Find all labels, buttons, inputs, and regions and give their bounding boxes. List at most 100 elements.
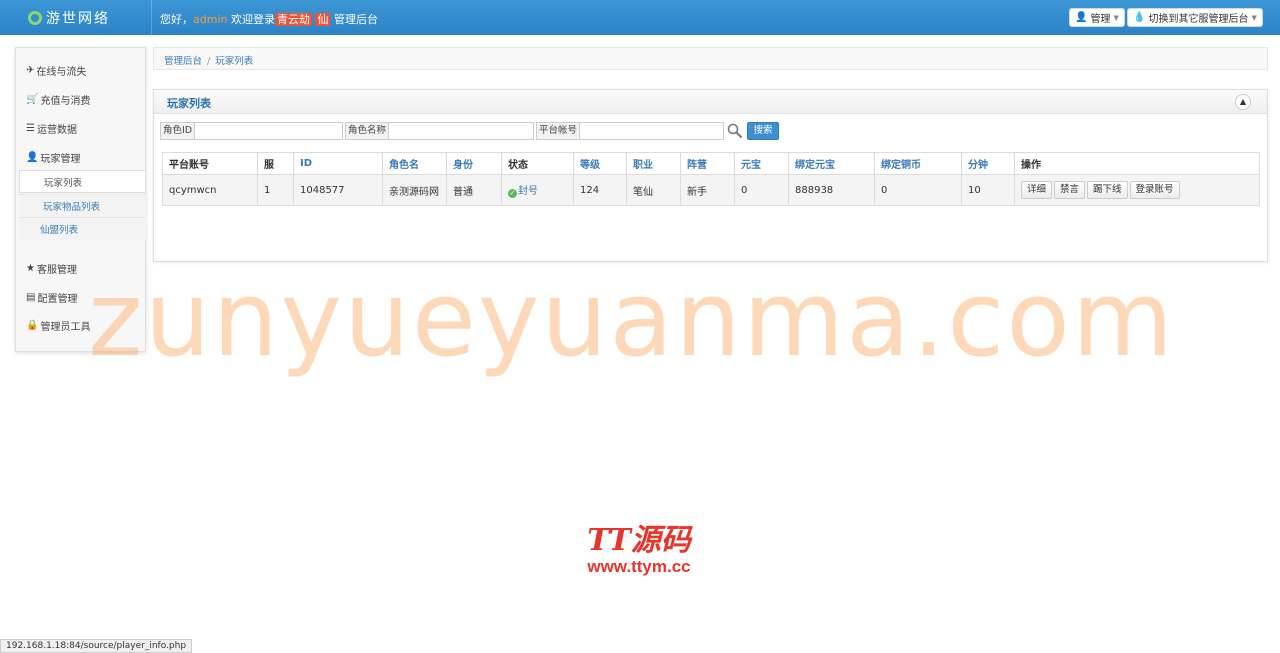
admin-label: 管理后台 xyxy=(333,13,378,26)
table-row: qcymwcn 1 1048577 亲测源码网 普通 ✓ 封号 124 笔仙 新手… xyxy=(162,174,1260,206)
book-icon: ▤ xyxy=(26,292,36,303)
column-header: 平台账号 xyxy=(162,152,258,175)
status-bar-url: 192.168.1.18:84/source/player_info.php xyxy=(0,639,193,653)
switch-server-button[interactable]: 💧 切换到其它服管理后台 ▼ xyxy=(1127,8,1263,27)
sidebar-item-operations[interactable]: ☰ 运营数据 xyxy=(26,121,77,136)
breadcrumb-current[interactable]: 玩家列表 xyxy=(215,56,253,67)
role-name-label: 角色名称 xyxy=(346,123,390,139)
watermark-logo: TT源码 www.ttym.cc xyxy=(564,515,714,577)
username: admin xyxy=(193,13,228,26)
panel-title: 玩家列表 xyxy=(167,97,211,110)
sidebar-item-config[interactable]: ▤ 配置管理 xyxy=(26,290,77,305)
droplet-icon: 💧 xyxy=(1133,12,1146,23)
mute-button[interactable]: 禁言 xyxy=(1054,181,1086,199)
switch-server-label: 切换到其它服管理后台 xyxy=(1148,14,1249,25)
sidebar-sub-guild-list[interactable]: 仙盟列表 xyxy=(19,217,146,240)
sidebar-sub-label: 玩家列表 xyxy=(44,177,83,189)
sidebar-item-admin-tools[interactable]: 🔒 管理员工具 xyxy=(26,318,90,333)
platform-account-label: 平台帐号 xyxy=(537,123,581,139)
platform-account-filter: 平台帐号 xyxy=(536,122,724,140)
caret-down-icon: ▼ xyxy=(1251,13,1257,22)
sidebar-item-players[interactable]: 👤 玩家管理 xyxy=(26,150,80,165)
breadcrumb: 管理后台 / 玩家列表 xyxy=(153,47,1268,70)
brand-logo-icon xyxy=(28,11,42,25)
login-account-button[interactable]: 登录账号 xyxy=(1129,181,1180,199)
cell-account: qcymwcn xyxy=(162,174,258,206)
chevron-up-icon[interactable]: ▲ xyxy=(1235,94,1251,110)
sidebar-item-label: 配置管理 xyxy=(37,294,78,305)
role-name-input[interactable] xyxy=(389,123,533,139)
sidebar-item-label: 充值与消费 xyxy=(40,96,91,107)
sidebar-sub-label: 玩家物品列表 xyxy=(43,202,101,213)
breadcrumb-separator: / xyxy=(207,56,211,67)
user-icon: 👤 xyxy=(1075,12,1088,23)
cell-job: 笔仙 xyxy=(626,174,681,206)
sidebar-sub-label: 仙盟列表 xyxy=(40,225,79,236)
caret-down-icon: ▼ xyxy=(1113,13,1119,22)
cell-bound-yuanbao: 888938 xyxy=(788,174,875,206)
cell-yuanbao: 0 xyxy=(734,174,789,206)
column-header[interactable]: 身份 xyxy=(446,152,502,175)
sidebar-item-label: 在线与流失 xyxy=(36,67,87,78)
brand-divider xyxy=(151,0,152,35)
search-button[interactable]: 搜索 xyxy=(747,122,779,140)
lock-icon: 🔒 xyxy=(26,320,39,331)
user-icon: 👤 xyxy=(26,152,39,163)
welcome-message: 您好，admin 欢迎登录 青云劫 仙 管理后台 xyxy=(160,11,378,27)
cell-actions: 详细 禁言 踢下线 登录账号 xyxy=(1014,174,1260,206)
column-header[interactable]: ID xyxy=(293,152,383,175)
column-header: 操作 xyxy=(1014,152,1260,175)
role-name-filter: 角色名称 xyxy=(345,122,534,140)
sidebar-sub-player-list[interactable]: 玩家列表 xyxy=(19,170,146,193)
watermark-text: zunyueyuanma.com xyxy=(88,258,1176,380)
search-icon[interactable] xyxy=(727,123,743,139)
sidebar-item-support[interactable]: ★ 客服管理 xyxy=(26,261,77,276)
sidebar-item-label: 客服管理 xyxy=(36,265,77,276)
column-header: 状态 xyxy=(501,152,574,175)
status-text: 封号 xyxy=(518,186,538,197)
detail-button[interactable]: 详细 xyxy=(1021,181,1053,199)
column-header[interactable]: 等级 xyxy=(573,152,627,175)
cell-bound-copper: 0 xyxy=(874,174,962,206)
sidebar-item-label: 玩家管理 xyxy=(40,154,81,165)
role-id-input[interactable] xyxy=(195,123,341,139)
column-header[interactable]: 元宝 xyxy=(734,152,789,175)
game-suffix: 仙 xyxy=(315,13,331,26)
manage-button[interactable]: 👤 管理 ▼ xyxy=(1069,8,1125,27)
sidebar-item-label: 管理员工具 xyxy=(40,322,91,333)
cell-level: 124 xyxy=(573,174,627,206)
column-header[interactable]: 分钟 xyxy=(961,152,1015,175)
greeting-text: 您好， xyxy=(160,13,193,26)
role-id-label: 角色ID xyxy=(161,123,196,139)
cell-identity: 普通 xyxy=(446,174,502,206)
brand-name: 游世网络 xyxy=(46,11,110,27)
column-header[interactable]: 绑定铜币 xyxy=(874,152,962,175)
panel-header: 玩家列表 ▲ xyxy=(154,90,1267,114)
column-header[interactable]: 职业 xyxy=(626,152,681,175)
cell-status[interactable]: ✓ 封号 xyxy=(501,174,574,206)
column-header: 服 xyxy=(257,152,294,175)
column-header[interactable]: 绑定元宝 xyxy=(788,152,875,175)
kick-button[interactable]: 踢下线 xyxy=(1087,181,1128,199)
watermark-logo-url: www.ttym.cc xyxy=(587,557,691,576)
cell-camp: 新手 xyxy=(680,174,735,206)
cell-role-name: 亲测源码网 xyxy=(382,174,447,206)
watermark-logo-text: TT源码 xyxy=(587,523,691,558)
cell-minutes: 10 xyxy=(961,174,1015,206)
platform-account-input[interactable] xyxy=(580,123,723,139)
manage-button-label: 管理 xyxy=(1090,14,1111,25)
sidebar-item-label: 运营数据 xyxy=(36,125,77,136)
brand[interactable]: 游世网络 xyxy=(28,8,110,28)
top-navbar: 游世网络 您好，admin 欢迎登录 青云劫 仙 管理后台 👤 管理 ▼ 💧 切换… xyxy=(0,0,1280,35)
sidebar-item-recharge[interactable]: 🛒 充值与消费 xyxy=(26,92,90,107)
column-header[interactable]: 阵营 xyxy=(680,152,735,175)
column-header[interactable]: 角色名 xyxy=(382,152,447,175)
breadcrumb-home[interactable]: 管理后台 xyxy=(164,56,202,67)
player-table: 平台账号 服 ID 角色名 身份 状态 等级 职业 阵营 元宝 绑定元宝 绑定铜… xyxy=(162,152,1260,206)
cell-id: 1048577 xyxy=(293,174,383,206)
sidebar-sub-player-items[interactable]: 玩家物品列表 xyxy=(19,194,146,217)
table-header-row: 平台账号 服 ID 角色名 身份 状态 等级 职业 阵营 元宝 绑定元宝 绑定铜… xyxy=(162,152,1260,175)
cart-icon: 🛒 xyxy=(26,94,39,105)
sidebar-item-online[interactable]: ✈ 在线与流失 xyxy=(26,63,86,78)
welcome-text: 欢迎登录 xyxy=(230,13,275,26)
